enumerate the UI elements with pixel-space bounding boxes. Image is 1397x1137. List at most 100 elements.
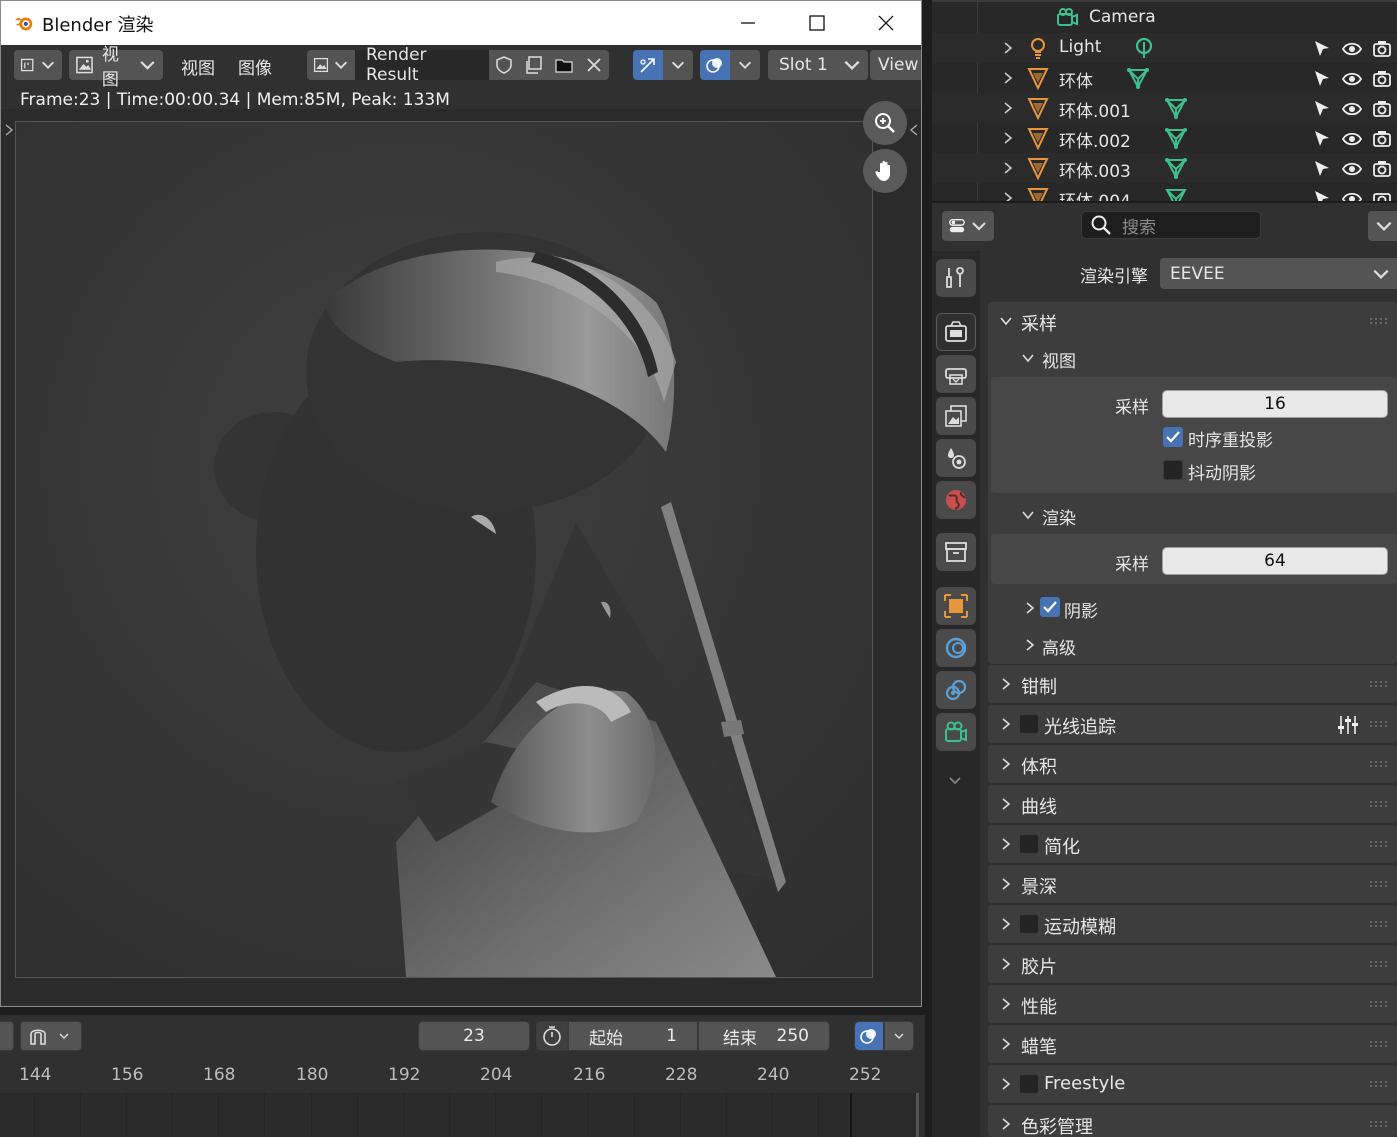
render-samples-field[interactable]: 64 <box>1162 547 1388 575</box>
jitter-shadows-checkbox[interactable] <box>1163 460 1183 480</box>
advanced-subpanel-header[interactable]: 高级 <box>1018 632 1318 659</box>
panel-checkbox[interactable] <box>1019 714 1039 734</box>
panel-checkbox[interactable] <box>1019 1074 1039 1094</box>
drag-handle-icon[interactable] <box>1369 920 1387 928</box>
window-titlebar[interactable]: Blender 渲染 <box>1 1 921 45</box>
timeline-overlay-toggle[interactable] <box>854 1021 884 1051</box>
drag-handle-icon[interactable] <box>1369 840 1387 848</box>
drag-handle-icon[interactable] <box>1369 1000 1387 1008</box>
timeline-track-area[interactable] <box>0 1093 920 1137</box>
outliner-row-mesh[interactable]: 环体 <box>932 63 1397 93</box>
eye-icon[interactable] <box>1342 129 1362 149</box>
tab-view-layer[interactable] <box>936 397 976 435</box>
tab-object-data[interactable] <box>936 713 976 751</box>
temporal-reprojection-checkbox[interactable] <box>1163 427 1183 447</box>
tab-tool[interactable] <box>936 259 976 297</box>
unlink-image-button[interactable] <box>579 50 609 80</box>
chevron-right-icon[interactable] <box>1002 191 1014 202</box>
camera-render-icon[interactable] <box>1372 189 1392 202</box>
tab-physics[interactable] <box>936 629 976 667</box>
panel-depth-of-field[interactable]: 景深 <box>988 865 1397 903</box>
image-name-field[interactable]: Render Result <box>355 45 489 85</box>
drag-handle-icon[interactable] <box>1369 1120 1387 1128</box>
tab-output[interactable] <box>936 355 976 393</box>
select-arrow-icon[interactable] <box>1312 69 1332 89</box>
tab-constraints[interactable] <box>936 671 976 709</box>
tab-scene[interactable] <box>936 439 976 477</box>
camera-render-icon[interactable] <box>1372 159 1392 179</box>
select-arrow-icon[interactable] <box>1312 189 1332 202</box>
properties-search-input[interactable]: 搜索 <box>1081 211 1261 239</box>
drag-handle-icon[interactable] <box>1369 960 1387 968</box>
duplicate-button[interactable] <box>519 50 549 80</box>
drag-handle-icon[interactable] <box>1369 680 1387 688</box>
panel-simplify[interactable]: 简化 <box>988 825 1397 863</box>
overlay-dropdown[interactable] <box>730 50 760 80</box>
select-arrow-icon[interactable] <box>1312 159 1332 179</box>
panel-clamping[interactable]: 钳制 <box>988 665 1397 703</box>
shadows-checkbox[interactable] <box>1040 597 1060 617</box>
gizmo-toggle-button[interactable] <box>633 50 663 80</box>
properties-options-dropdown[interactable] <box>1368 211 1397 241</box>
drag-handle-icon[interactable] <box>1369 1080 1387 1088</box>
image-viewport[interactable] <box>1 101 921 1004</box>
chevron-right-icon[interactable] <box>4 123 14 137</box>
outliner-row-camera[interactable]: Camera <box>932 3 1397 33</box>
frame-ruler[interactable]: 144 156 168 180 192 204 216 228 240 252 <box>0 1061 925 1091</box>
preset-sliders-icon[interactable] <box>1337 714 1359 736</box>
sampling-panel-header[interactable]: 采样 <box>988 302 1397 340</box>
camera-render-icon[interactable] <box>1372 69 1392 89</box>
render-engine-dropdown[interactable]: EEVEE <box>1160 258 1397 289</box>
panel-checkbox[interactable] <box>1019 914 1039 934</box>
viewport-samples-field[interactable]: 16 <box>1162 390 1388 418</box>
drag-handle-icon[interactable] <box>1369 1040 1387 1048</box>
drag-handle-icon[interactable] <box>1369 720 1387 728</box>
panel-raytracing[interactable]: 光线追踪 <box>988 705 1397 743</box>
zoom-gizmo-button[interactable] <box>863 101 907 145</box>
panel-curves[interactable]: 曲线 <box>988 785 1397 823</box>
open-image-button[interactable] <box>549 50 579 80</box>
tab-collection[interactable] <box>936 533 976 571</box>
chevron-left-icon[interactable] <box>909 123 919 137</box>
pan-gizmo-button[interactable] <box>863 149 907 193</box>
select-arrow-icon[interactable] <box>1312 39 1332 59</box>
panel-performance[interactable]: 性能 <box>988 985 1397 1023</box>
outliner-row-mesh[interactable]: 环体.003 <box>932 153 1397 183</box>
select-arrow-icon[interactable] <box>1312 99 1332 119</box>
end-frame-field[interactable]: 结束 250 <box>698 1021 830 1051</box>
timeline-overlay-dropdown[interactable] <box>884 1021 914 1051</box>
image-browse-button[interactable] <box>307 50 355 80</box>
drag-handle-icon[interactable] <box>1369 880 1387 888</box>
menu-view[interactable]: 视图 <box>181 54 215 79</box>
tab-world[interactable] <box>936 481 976 519</box>
minimize-button[interactable] <box>713 1 783 45</box>
panel-film[interactable]: 胶片 <box>988 945 1397 983</box>
chevron-right-icon[interactable] <box>1002 41 1014 55</box>
panel-checkbox[interactable] <box>1019 834 1039 854</box>
view-mode-dropdown[interactable]: 视图 <box>69 45 163 90</box>
outliner-row-mesh[interactable]: 环体.004 <box>932 183 1397 202</box>
view-layer-dropdown[interactable]: View <box>870 50 921 80</box>
close-button[interactable] <box>851 1 921 45</box>
shadows-subpanel-header[interactable]: 阴影 <box>1018 595 1318 622</box>
fake-user-button[interactable] <box>489 50 519 80</box>
camera-render-icon[interactable] <box>1372 99 1392 119</box>
eye-icon[interactable] <box>1342 189 1362 202</box>
render-subpanel-header[interactable]: 渲染 <box>1018 503 1318 529</box>
camera-render-icon[interactable] <box>1372 129 1392 149</box>
chevron-right-icon[interactable] <box>1002 71 1014 85</box>
panel-motion-blur[interactable]: 运动模糊 <box>988 905 1397 943</box>
eye-icon[interactable] <box>1342 159 1362 179</box>
panel-color-management[interactable]: 色彩管理 <box>988 1105 1397 1137</box>
editor-type-button[interactable] <box>14 50 62 80</box>
drag-handle-icon[interactable] <box>1369 760 1387 768</box>
panel-grease-pencil[interactable]: 蜡笔 <box>988 1025 1397 1063</box>
eye-icon[interactable] <box>1342 69 1362 89</box>
timeline-editor-type-stub[interactable] <box>0 1021 14 1051</box>
panel-freestyle[interactable]: Freestyle <box>988 1065 1397 1103</box>
tab-render[interactable] <box>936 313 976 351</box>
slot-dropdown[interactable]: Slot 1 <box>768 50 868 80</box>
current-frame-field[interactable]: 23 <box>418 1021 530 1051</box>
menu-image[interactable]: 图像 <box>238 54 272 79</box>
gizmo-dropdown[interactable] <box>663 50 693 80</box>
